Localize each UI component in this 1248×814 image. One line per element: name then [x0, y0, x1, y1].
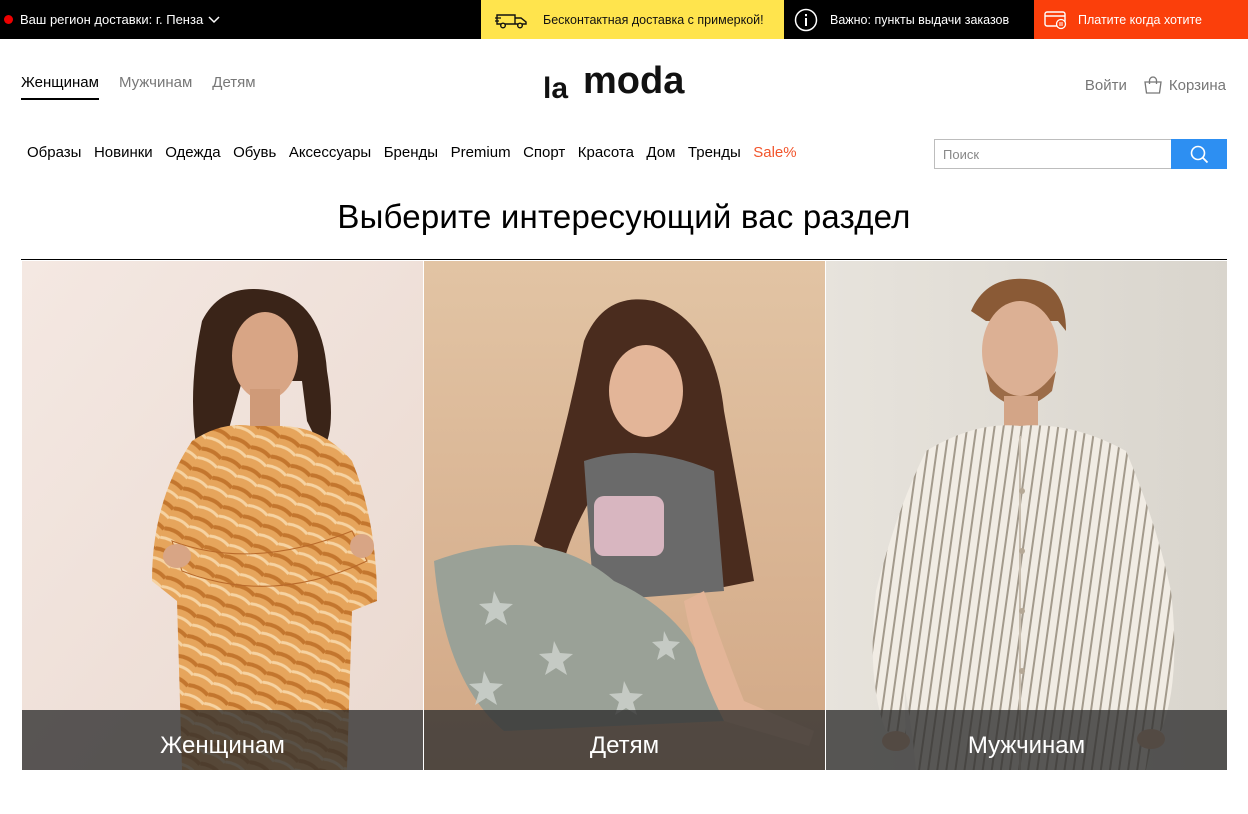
- woman-photo: [22, 261, 423, 770]
- region-label: Ваш регион доставки: г. Пенза: [20, 12, 204, 27]
- location-dot-icon: [4, 15, 13, 24]
- cart-link[interactable]: Корзина: [1143, 76, 1226, 94]
- menu-item-trends[interactable]: Тренды: [688, 144, 741, 161]
- menu-item-premium[interactable]: Premium: [451, 144, 511, 161]
- menu-item-sport[interactable]: Спорт: [523, 144, 565, 161]
- account-area: Войти Корзина: [1085, 76, 1226, 94]
- login-link[interactable]: Войти: [1085, 77, 1127, 94]
- delivery-region-selector[interactable]: Ваш регион доставки: г. Пенза: [0, 0, 481, 39]
- menu-item-accessories[interactable]: Аксессуары: [289, 144, 371, 161]
- divider: [21, 259, 1227, 260]
- svg-text:moda: moda: [583, 60, 685, 102]
- tile-kids-label: Детям: [424, 710, 825, 770]
- menu-item-beauty[interactable]: Красота: [578, 144, 634, 161]
- menu-item-looks[interactable]: Образы: [27, 144, 81, 161]
- menu-item-clothing[interactable]: Одежда: [165, 144, 220, 161]
- promo-pay-banner[interactable]: Платите когда хотите: [1034, 0, 1248, 39]
- menu-item-brands[interactable]: Бренды: [384, 144, 438, 161]
- menu-item-new[interactable]: Новинки: [94, 144, 153, 161]
- gender-nav: Женщинам Мужчинам Детям: [21, 74, 256, 100]
- search-bar: [934, 139, 1227, 169]
- credit-card-icon: [1044, 10, 1068, 30]
- promo-delivery-text: Бесконтактная доставка с примеркой!: [543, 12, 764, 27]
- page-title: Выберите интересующий вас раздел: [337, 198, 911, 235]
- cart-label: Корзина: [1168, 76, 1226, 94]
- tile-men[interactable]: Мужчинам: [826, 261, 1227, 770]
- tile-kids[interactable]: Детям: [424, 261, 825, 770]
- tab-women[interactable]: Женщинам: [21, 74, 99, 100]
- chevron-down-icon: [208, 15, 220, 24]
- tile-men-label: Мужчинам: [826, 710, 1227, 770]
- child-photo: [424, 261, 825, 770]
- search-input[interactable]: [934, 139, 1171, 169]
- menu-item-home[interactable]: Дом: [646, 144, 675, 161]
- man-photo: [826, 261, 1227, 770]
- menu-item-shoes[interactable]: Обувь: [233, 144, 276, 161]
- info-icon: [794, 8, 818, 32]
- tab-kids[interactable]: Детям: [212, 74, 255, 100]
- search-button[interactable]: [1171, 139, 1227, 169]
- section-tiles: Женщинам Детям Мужчинам: [22, 261, 1227, 770]
- svg-text:la: la: [543, 72, 568, 105]
- promo-pickup-text: Важно: пункты выдачи заказов: [830, 12, 1010, 27]
- lamoda-logo[interactable]: la moda: [543, 60, 708, 106]
- tile-women-label: Женщинам: [22, 710, 423, 770]
- promo-pickup-banner[interactable]: Важно: пункты выдачи заказов: [784, 0, 1034, 39]
- promo-pay-text: Платите когда хотите: [1078, 12, 1202, 27]
- shopping-bag-icon: [1144, 76, 1162, 94]
- tile-women[interactable]: Женщинам: [22, 261, 423, 770]
- category-menu: Образы Новинки Одежда Обувь Аксессуары Б…: [27, 144, 797, 161]
- tab-men[interactable]: Мужчинам: [119, 74, 192, 100]
- top-bar: Ваш регион доставки: г. Пенза Бесконтакт…: [0, 0, 1248, 39]
- menu-item-sale[interactable]: Sale%: [753, 144, 796, 161]
- search-icon: [1190, 145, 1209, 164]
- promo-delivery-banner[interactable]: Бесконтактная доставка с примеркой!: [481, 0, 784, 39]
- delivery-truck-icon: [495, 11, 529, 29]
